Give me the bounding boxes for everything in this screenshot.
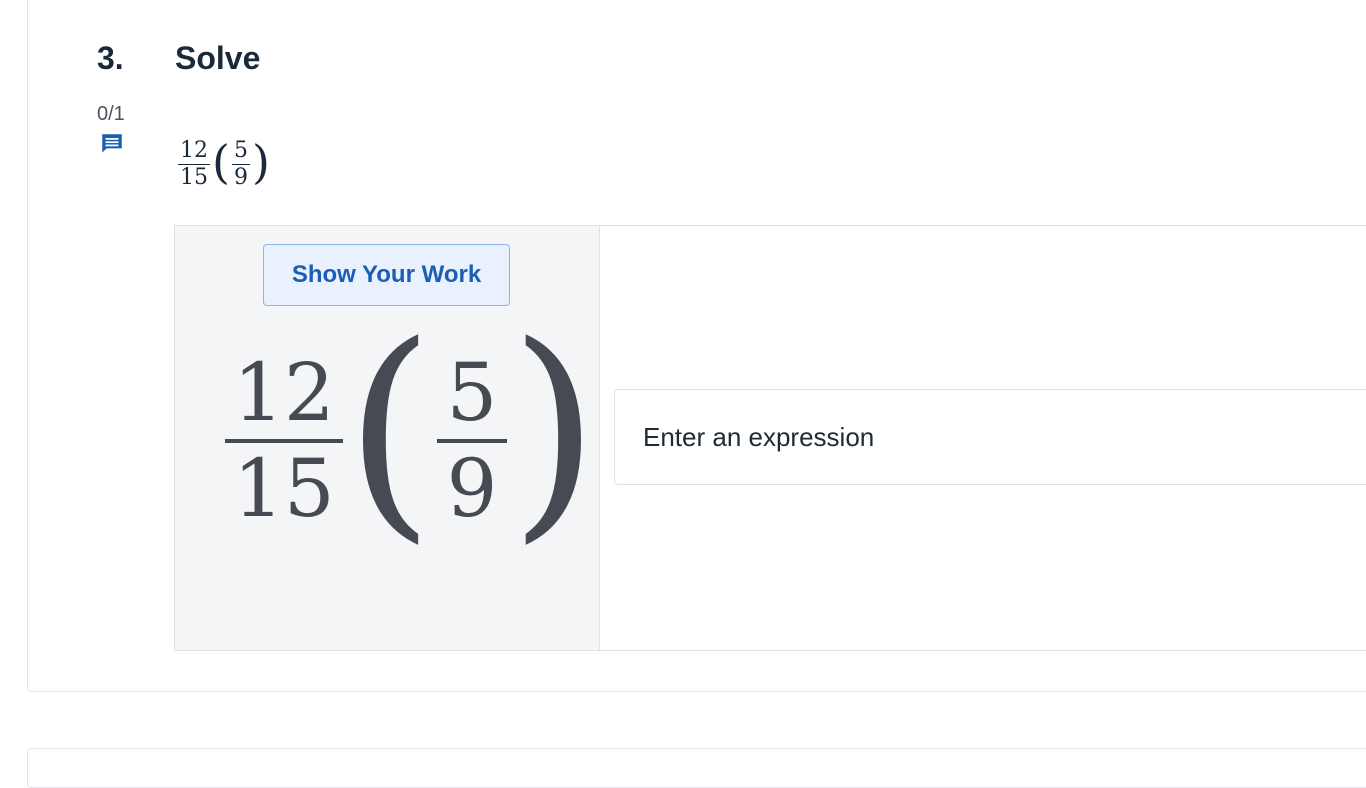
big-close-paren: ): [509, 297, 600, 564]
prompt-open-paren: (: [212, 135, 230, 189]
big-fraction-2: 5 9: [436, 346, 508, 535]
big-denominator-2: 9: [446, 442, 498, 535]
expression-input[interactable]: [614, 389, 1366, 485]
problem-expression: 12 15 ( 5 9 ): [178, 134, 272, 194]
big-numerator-1: 12: [233, 346, 335, 439]
big-fraction-1: 12 15: [225, 353, 343, 529]
work-panel: Show Your Work 12 15 ( 5 9 ): [175, 226, 600, 650]
score-label: 0/1: [97, 103, 125, 125]
question-title: Solve: [175, 40, 261, 76]
big-denominator-1: 15: [233, 442, 335, 535]
expanded-expression: 12 15 ( 5 9 ): [225, 316, 599, 556]
prompt-close-paren: ): [251, 135, 270, 189]
prompt-numerator-1: 12: [180, 137, 208, 163]
next-question-card: [27, 748, 1366, 788]
prompt-numerator-2: 5: [233, 137, 248, 163]
prompt-denominator-1: 15: [180, 164, 208, 190]
big-open-paren: (: [344, 297, 435, 564]
question-number: 3.: [97, 40, 124, 76]
prompt-fraction-1: 12 15: [178, 137, 210, 190]
work-area: Show Your Work 12 15 ( 5 9 ): [174, 225, 1366, 651]
comment-icon[interactable]: [99, 131, 125, 157]
prompt-fraction-2: 5 9: [231, 137, 250, 190]
prompt-denominator-2: 9: [233, 164, 248, 190]
big-numerator-2: 5: [446, 346, 498, 439]
